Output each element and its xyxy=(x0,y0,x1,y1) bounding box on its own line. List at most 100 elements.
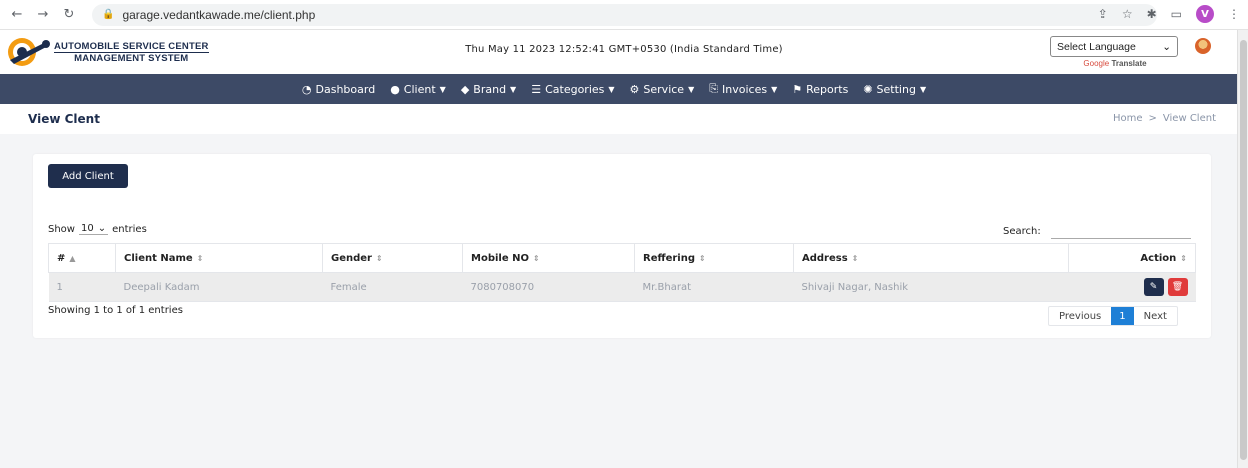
translate-label: Translate xyxy=(1111,59,1147,68)
forward-icon[interactable]: → xyxy=(36,7,50,22)
clients-card: Add Client Show 10 ⌄ entries Search: # ▲ C… xyxy=(33,154,1211,338)
nav-label: Setting xyxy=(876,82,916,96)
previous-page-button[interactable]: Previous xyxy=(1049,307,1111,325)
delete-button[interactable]: 🗑 xyxy=(1167,278,1188,296)
invoice-icon: ⎘ xyxy=(709,82,719,95)
search-control: Search: xyxy=(1003,223,1191,239)
scrollbar-thumb[interactable] xyxy=(1240,40,1247,460)
google-label: Google xyxy=(1083,59,1110,68)
reload-icon[interactable]: ↻ xyxy=(62,7,76,22)
search-input[interactable] xyxy=(1050,223,1191,239)
trash-icon: 🗑 xyxy=(1171,282,1184,292)
col-header-reffering[interactable]: Reffering ⇕ xyxy=(634,243,794,273)
cell-mobile: 7080708070 xyxy=(462,272,635,302)
gear-icon: ✺ xyxy=(863,82,873,96)
nav-invoices[interactable]: ⎘ Invoices ▼ xyxy=(709,82,777,96)
list-icon: ☰ xyxy=(531,82,542,96)
col-label: Reffering xyxy=(643,252,696,264)
user-icon: ● xyxy=(390,82,400,96)
breadcrumb: Home > View Clent xyxy=(1113,113,1216,124)
col-header-index[interactable]: # ▲ xyxy=(48,243,116,273)
sort-icon: ⇕ xyxy=(375,253,383,263)
col-label: Client Name xyxy=(124,252,193,264)
nav-categories[interactable]: ☰ Categories ▼ xyxy=(531,82,614,96)
address-bar[interactable]: 🔒 garage.vedantkawade.me/client.php xyxy=(92,3,1157,26)
clients-table: # ▲ Client Name ⇕ Gender ⇕ Mobile NO ⇕ Reffe… xyxy=(48,243,1196,302)
col-label: Action xyxy=(1140,252,1177,264)
extensions-icon[interactable]: ✱ xyxy=(1147,7,1157,21)
entries-select[interactable]: 10 ⌄ xyxy=(78,223,109,235)
nav-label: Service xyxy=(643,82,685,96)
breadcrumb-current: View Clent xyxy=(1162,113,1216,124)
language-select[interactable]: Select Language ⌄ xyxy=(1050,36,1178,57)
google-translate-credit[interactable]: Google Translate xyxy=(1050,59,1180,68)
tag-icon: ◆ xyxy=(460,82,470,96)
nav-setting[interactable]: ✺ Setting ▼ xyxy=(863,82,926,96)
vertical-scrollbar[interactable] xyxy=(1237,30,1248,468)
table-header-row: # ▲ Client Name ⇕ Gender ⇕ Mobile NO ⇕ Reffe… xyxy=(48,243,1196,273)
col-header-mobile[interactable]: Mobile NO ⇕ xyxy=(462,243,635,273)
entries-label: entries xyxy=(112,223,147,235)
menu-kebab-icon[interactable]: ⋮ xyxy=(1228,7,1240,21)
col-label: # xyxy=(57,252,66,264)
table-info: Showing 1 to 1 of 1 entries xyxy=(48,305,183,316)
lock-icon: 🔒 xyxy=(102,9,115,20)
col-label: Address xyxy=(802,252,848,264)
col-header-client-name[interactable]: Client Name ⇕ xyxy=(115,243,323,273)
page-header: View Clent Home > View Clent xyxy=(0,104,1248,134)
nav-brand[interactable]: ◆ Brand ▼ xyxy=(461,82,516,96)
nav-label: Brand xyxy=(473,82,507,96)
page-title: View Clent xyxy=(28,112,100,126)
bookmark-star-icon[interactable]: ☆ xyxy=(1122,7,1133,21)
col-label: Mobile NO xyxy=(471,252,529,264)
language-select-value: Select Language xyxy=(1057,40,1136,53)
breadcrumb-separator: > xyxy=(1148,113,1157,124)
breadcrumb-home[interactable]: Home xyxy=(1113,113,1143,124)
page-1-button[interactable]: 1 xyxy=(1111,307,1134,325)
nav-label: Reports xyxy=(806,82,849,96)
sort-icon: ⇕ xyxy=(532,253,540,263)
back-icon[interactable]: ← xyxy=(10,7,24,22)
col-header-action[interactable]: Action ⇕ xyxy=(1068,243,1196,273)
nav-label: Invoices xyxy=(722,82,768,96)
user-avatar[interactable] xyxy=(1195,38,1211,54)
col-header-gender[interactable]: Gender ⇕ xyxy=(322,243,463,273)
pagination: Previous 1 Next xyxy=(1048,306,1178,326)
nav-client[interactable]: ● Client ▼ xyxy=(390,82,446,96)
sort-icon: ⇕ xyxy=(699,253,706,263)
table-row: 1 Deepali Kadam Female 7080708070 Mr.Bha… xyxy=(48,272,1196,302)
add-client-button[interactable]: Add Client xyxy=(48,164,128,188)
caret-down-icon: ▼ xyxy=(510,84,517,94)
app-header: AUTOMOBILE SERVICE CENTER MANAGEMENT SYS… xyxy=(0,30,1248,74)
flag-icon: ⚑ xyxy=(792,82,803,96)
nav-reports[interactable]: ⚑ Reports xyxy=(792,82,848,96)
chevron-down-icon: ⌄ xyxy=(97,223,107,234)
profile-avatar[interactable]: V xyxy=(1196,5,1214,23)
next-page-button[interactable]: Next xyxy=(1134,307,1177,325)
cell-action: ✎ 🗑 xyxy=(1068,272,1196,302)
browser-toolbar: ← → ↻ 🔒 garage.vedantkawade.me/client.ph… xyxy=(0,0,1248,30)
entries-length-control: Show 10 ⌄ entries xyxy=(48,223,147,235)
nav-dashboard[interactable]: ◔ Dashboard xyxy=(302,82,375,96)
edit-button[interactable]: ✎ xyxy=(1143,278,1164,296)
share-icon[interactable]: ⇪ xyxy=(1098,7,1108,21)
show-label: Show xyxy=(48,223,75,235)
nav-service[interactable]: ⚙ Service ▼ xyxy=(630,82,695,96)
caret-down-icon: ▼ xyxy=(439,84,446,94)
col-header-address[interactable]: Address ⇕ xyxy=(793,243,1069,273)
cogs-icon: ⚙ xyxy=(629,82,640,96)
nav-label: Dashboard xyxy=(315,82,376,96)
main-navbar: ◔ Dashboard ● Client ▼ ◆ Brand ▼ ☰ Categories ▼… xyxy=(0,74,1248,104)
sort-asc-icon: ▲ xyxy=(69,253,76,263)
cell-index: 1 xyxy=(48,272,116,302)
caret-down-icon: ▼ xyxy=(688,84,695,94)
sort-icon: ⇕ xyxy=(851,253,859,263)
pencil-icon: ✎ xyxy=(1149,282,1158,292)
caret-down-icon: ▼ xyxy=(608,84,615,94)
sort-icon: ⇕ xyxy=(1180,253,1187,263)
url-text: garage.vedantkawade.me/client.php xyxy=(122,7,316,22)
cell-gender: Female xyxy=(322,272,463,302)
sidepanel-icon[interactable]: ▭ xyxy=(1171,7,1182,21)
caret-down-icon: ▼ xyxy=(919,84,927,94)
caret-down-icon: ▼ xyxy=(771,84,778,94)
